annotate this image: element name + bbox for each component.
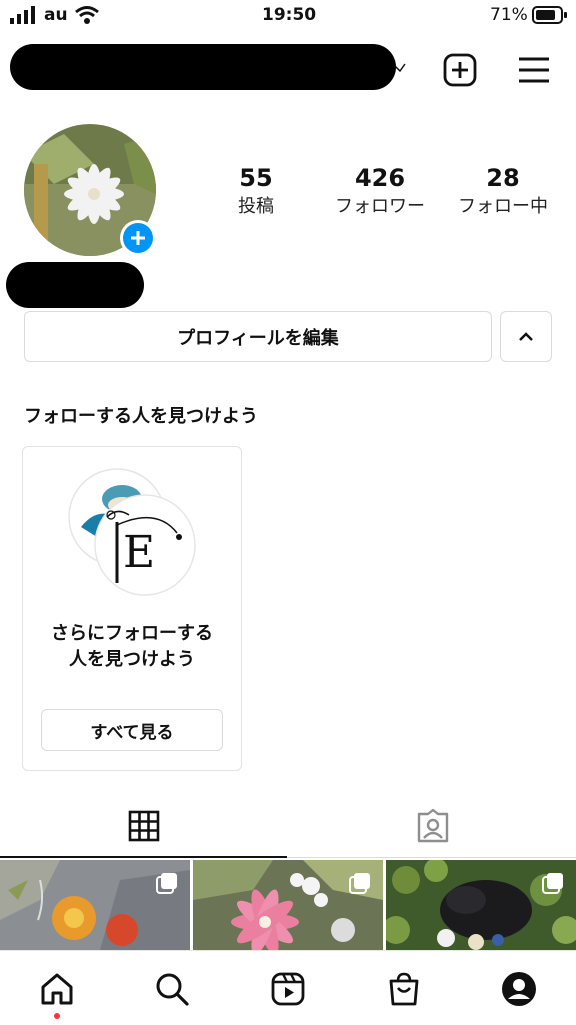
posts-label: 投稿 <box>238 196 274 217</box>
multiple-posts-icon <box>349 873 370 894</box>
suggestion-card-text: さらにフォローする 人を見つけよう <box>23 621 241 673</box>
suggestion-card-text-line2: 人を見つけよう <box>69 649 195 670</box>
active-tab-indicator <box>0 856 287 858</box>
suggested-accounts-avatars: E <box>68 468 196 596</box>
grid-icon <box>128 810 159 842</box>
collapse-suggestions-button[interactable] <box>500 311 552 362</box>
posts-count: 55 <box>239 164 273 192</box>
post-thumbnail-2[interactable] <box>193 860 383 950</box>
display-name-redacted <box>6 262 144 308</box>
chevron-down-icon[interactable] <box>394 62 406 74</box>
tab-divider <box>287 857 576 858</box>
menu-icon <box>519 57 549 83</box>
post-thumbnail-3[interactable] <box>386 860 576 950</box>
plus-icon <box>123 223 153 253</box>
discover-title: フォローする人を見つけよう <box>24 406 258 427</box>
menu-button[interactable] <box>514 50 554 90</box>
multiple-posts-icon <box>542 873 563 894</box>
signal-icon <box>10 6 35 24</box>
notification-dot <box>54 1013 60 1019</box>
shop-icon <box>389 972 419 1006</box>
bottom-nav <box>0 950 576 1025</box>
tab-grid[interactable] <box>0 806 287 846</box>
following-label: フォロー中 <box>458 196 548 217</box>
chevron-up-icon <box>519 331 533 341</box>
followers-count: 426 <box>354 164 406 192</box>
post-thumbnail-1[interactable] <box>0 860 190 950</box>
clock: 19:50 <box>262 5 317 25</box>
create-post-button[interactable] <box>440 50 480 90</box>
suggestion-card[interactable]: E さらにフォローする 人を見つけよう すべて見る <box>22 446 242 771</box>
multiple-posts-icon <box>156 873 177 894</box>
following-stat[interactable]: 28 フォロー中 <box>443 164 568 218</box>
status-bar: au 19:50 71% <box>0 0 576 30</box>
home-icon <box>41 973 73 1005</box>
posts-stat[interactable]: 55 投稿 <box>196 164 321 218</box>
profile-icon <box>502 972 536 1006</box>
followers-stat[interactable]: 426 フォロワー <box>320 164 445 218</box>
nav-profile[interactable] <box>499 969 539 1009</box>
edit-profile-button[interactable]: プロフィールを編集 <box>24 311 492 362</box>
suggestion-card-text-line1: さらにフォローする <box>51 623 213 644</box>
wifi-icon <box>75 6 99 24</box>
svg-text:E: E <box>123 527 155 578</box>
search-icon <box>156 973 189 1006</box>
battery-percent: 71% <box>490 5 528 25</box>
add-story-button[interactable] <box>120 220 156 256</box>
tab-tagged[interactable] <box>289 806 576 846</box>
followers-label: フォロワー <box>335 196 425 217</box>
see-all-button[interactable]: すべて見る <box>41 709 223 751</box>
battery-icon <box>532 6 567 24</box>
tagged-icon <box>417 808 448 843</box>
carrier-label: au <box>44 5 68 25</box>
username-redacted[interactable] <box>10 44 396 90</box>
following-count: 28 <box>486 164 520 192</box>
nav-reels[interactable] <box>268 969 308 1009</box>
nav-search[interactable] <box>152 969 192 1009</box>
nav-home[interactable] <box>37 969 77 1009</box>
reels-icon <box>271 972 305 1006</box>
nav-shop[interactable] <box>384 969 424 1009</box>
plus-square-icon <box>443 53 477 87</box>
